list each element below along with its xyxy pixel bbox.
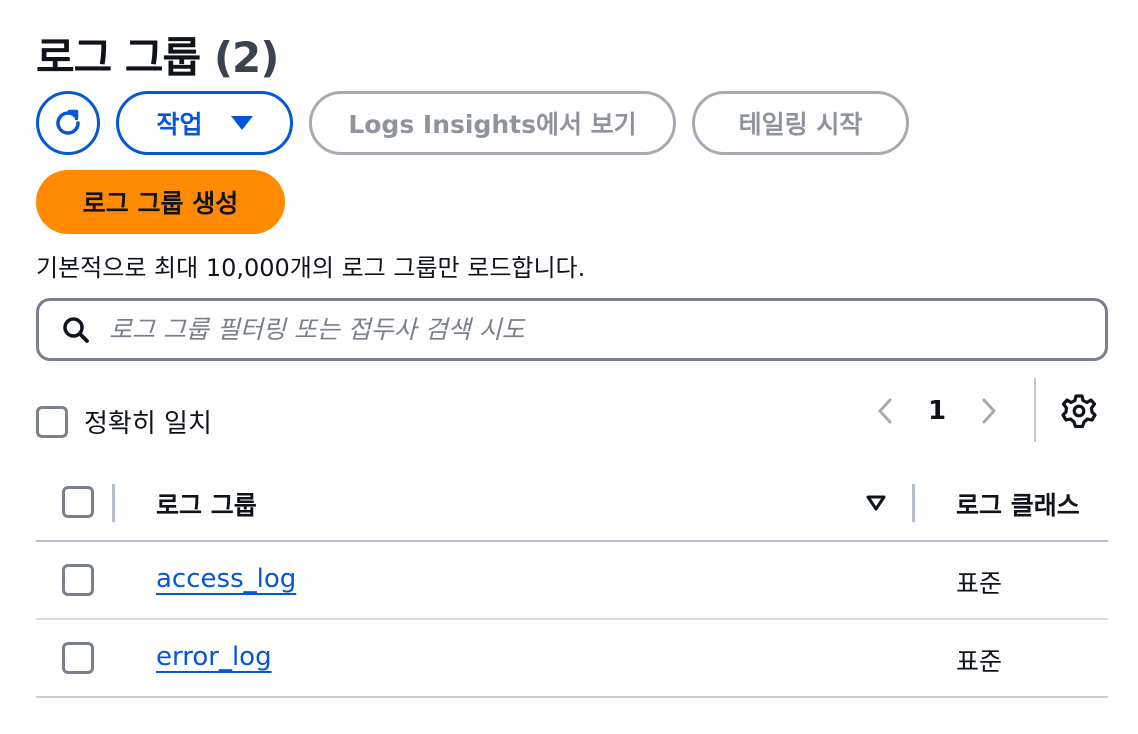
log-group-link[interactable]: access_log [156,564,296,594]
view-in-logs-insights-button[interactable]: Logs Insights에서 보기 [309,91,676,155]
caret-down-icon [230,116,253,130]
search-input[interactable] [109,315,1009,344]
log-group-count: (2) [213,33,280,82]
refresh-icon [56,109,80,135]
table-header: 로그 그룹 로그 클래스 [36,464,1108,542]
tail-label: 테일링 시작 [738,110,863,139]
sort-descending-icon[interactable] [865,494,887,516]
search-icon [63,316,89,343]
page-title: 로그 그룹 (2) [36,24,280,85]
exact-match-option[interactable]: 정확히 일치 [36,403,212,440]
previous-page-button[interactable] [868,388,902,434]
log-class-value: 표준 [956,647,1003,676]
load-limit-hint: 기본적으로 최대 10,000개의 로그 그룹만 로드합니다. [36,254,586,282]
insights-label: Logs Insights에서 보기 [348,110,637,139]
gear-icon [1061,394,1097,429]
log-class-value: 표준 [956,569,1003,598]
column-header-log-class[interactable]: 로그 클래스 [956,486,1080,522]
create-label: 로그 그룹 생성 [82,189,239,218]
log-group-link[interactable]: error_log [156,642,272,672]
column-divider [112,484,115,522]
next-page-button[interactable] [972,388,1006,434]
column-header-log-group[interactable]: 로그 그룹 [156,486,257,522]
select-all-checkbox[interactable] [62,486,94,518]
table-row: access_log 표준 [36,542,1108,620]
page-title-text: 로그 그룹 [36,33,201,82]
pagination: 1 [868,388,1006,434]
current-page-number[interactable]: 1 [902,396,972,426]
actions-label: 작업 [156,110,203,139]
actions-dropdown-button[interactable]: 작업 [116,91,293,155]
log-groups-page: 로그 그룹 (2) 작업 Logs Insights에서 보기 테일링 시작 로… [0,0,1138,734]
log-groups-table: 로그 그룹 로그 클래스 access_log 표준 error_log 표준 [36,464,1108,698]
search-box [36,298,1108,361]
refresh-button[interactable] [36,91,100,155]
chevron-right-icon [982,398,996,424]
chevron-left-icon [878,398,892,424]
start-tailing-button[interactable]: 테일링 시작 [692,91,909,155]
exact-match-checkbox[interactable] [36,405,68,438]
row-checkbox[interactable] [62,564,94,596]
column-divider[interactable] [912,484,915,522]
pagination-divider [1034,378,1036,442]
exact-match-label: 정확히 일치 [84,409,212,439]
create-log-group-button[interactable]: 로그 그룹 생성 [36,170,285,234]
row-checkbox[interactable] [62,642,94,674]
preferences-button[interactable] [1061,393,1097,429]
table-row: error_log 표준 [36,620,1108,698]
